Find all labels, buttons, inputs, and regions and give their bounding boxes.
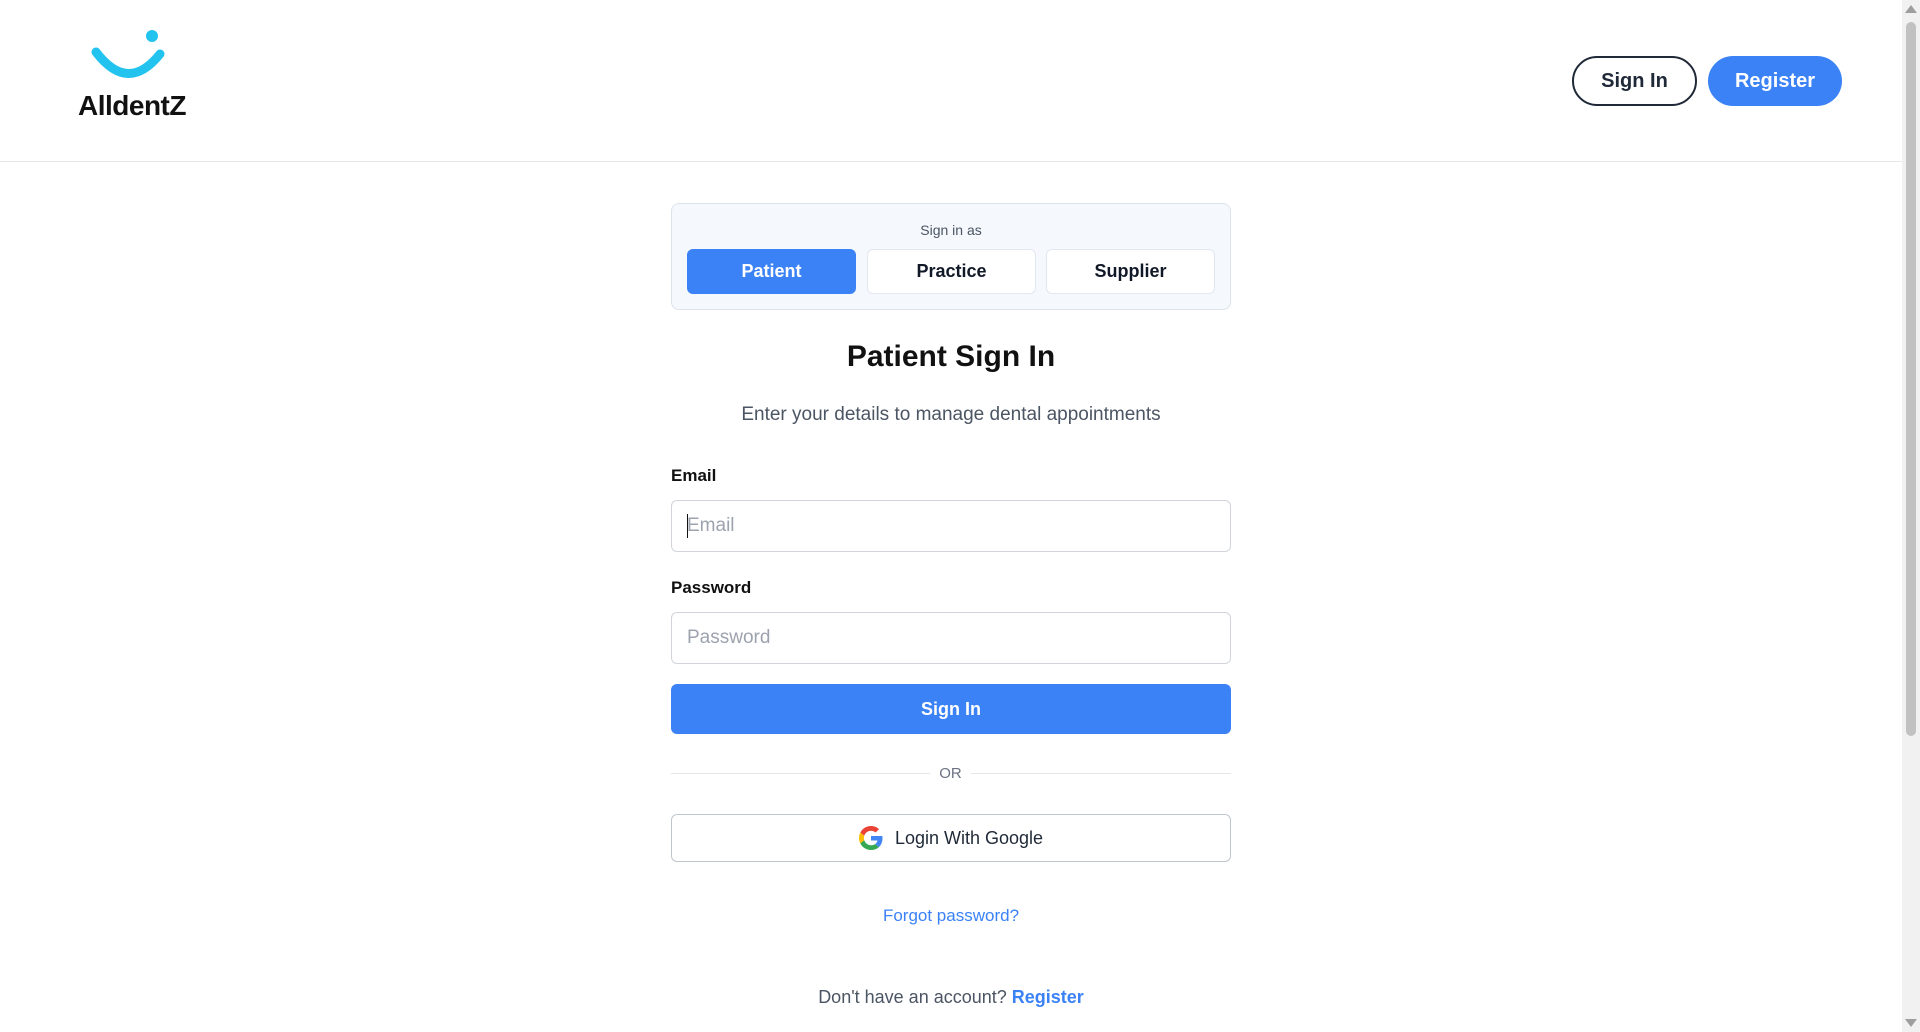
tab-practice[interactable]: Practice (867, 249, 1036, 294)
register-prompt: Don't have an account? Register (671, 987, 1231, 1008)
page: AlldentZ Sign In Register Sign in as Pat… (0, 0, 1920, 1032)
text-caret (687, 514, 688, 538)
top-header: AlldentZ Sign In Register (0, 0, 1902, 162)
tab-supplier[interactable]: Supplier (1046, 249, 1215, 294)
header-signin-button[interactable]: Sign In (1572, 56, 1697, 106)
google-icon (858, 826, 883, 850)
signin-button[interactable]: Sign In (671, 684, 1231, 734)
header-register-button[interactable]: Register (1708, 56, 1842, 106)
page-subtitle: Enter your details to manage dental appo… (741, 404, 1161, 425)
scrollbar-thumb[interactable] (1906, 22, 1916, 736)
role-caption: Sign in as (920, 222, 982, 238)
brand-name: AlldentZ (78, 90, 187, 121)
or-separator: OR (939, 765, 962, 782)
divider-left (671, 773, 930, 774)
smile-logo-icon (91, 30, 165, 78)
scroll-up-arrow-icon[interactable] (1905, 5, 1917, 13)
role-selector: Sign in as Patient Practice Supplier (671, 203, 1231, 310)
no-account-text: Don't have an account? (818, 987, 1007, 1007)
vertical-scrollbar[interactable] (1902, 0, 1920, 1032)
email-label: Email (671, 466, 717, 485)
register-link[interactable]: Register (1012, 987, 1084, 1007)
password-field[interactable] (671, 612, 1231, 664)
brand-logo[interactable]: AlldentZ (72, 28, 192, 124)
forgot-password-link[interactable]: Forgot password? (671, 906, 1231, 926)
scroll-down-arrow-icon[interactable] (1905, 1019, 1917, 1027)
page-title: Patient Sign In (846, 340, 1056, 373)
google-login-button[interactable]: Login With Google (671, 814, 1231, 862)
google-login-label: Login With Google (894, 827, 1044, 848)
email-field[interactable] (671, 500, 1231, 552)
tab-patient[interactable]: Patient (687, 249, 856, 294)
password-label: Password (671, 578, 752, 597)
divider-right (971, 773, 1231, 774)
